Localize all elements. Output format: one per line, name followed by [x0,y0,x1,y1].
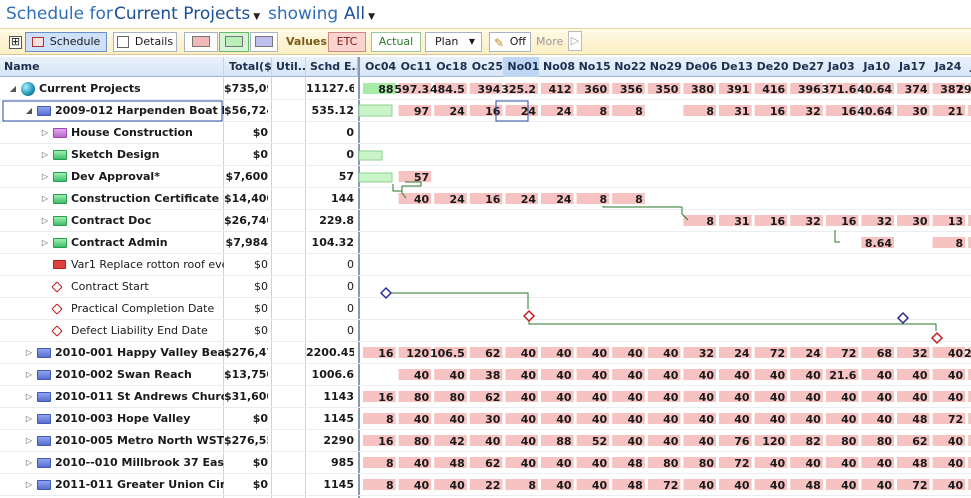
title-bar: Schedule for Current Projects ▼ showing A… [0,0,971,28]
week-header[interactable]: No29 [646,57,682,77]
week-header[interactable]: De13 [717,57,753,77]
week-header[interactable]: Ja03 [824,57,860,77]
week-header[interactable]: Ja31 [966,57,971,77]
week-header[interactable]: De06 [681,57,717,77]
week-header[interactable]: No15 [575,57,611,77]
week-header[interactable]: Oc25 [468,57,504,77]
selected-row[interactable] [2,100,223,122]
timeline-overlay [2,100,944,345]
selected-cell[interactable] [495,100,529,122]
pencil-icon: ✎ [494,36,505,50]
dependency-link [386,292,529,309]
details-view-button[interactable]: Details [113,32,177,52]
title-prefix: Schedule for [6,4,113,24]
values-label: Values [286,35,327,48]
week-header[interactable]: No01 [503,57,539,77]
etc-button[interactable]: ETC [328,32,366,52]
chevron-down-icon: ▼ [368,12,375,22]
week-header[interactable]: No22 [610,57,646,77]
blue-swatch-icon [255,36,273,47]
milestone-diamond-icon[interactable] [896,311,910,325]
green-swatch-icon [225,36,243,47]
week-header[interactable]: Ja17 [895,57,931,77]
schedule-icon [31,37,44,47]
column-schedule-effort[interactable]: Schd E... [306,57,358,77]
title-showing-prefix: showing [268,4,339,24]
schedule-view-button[interactable]: Schedule [25,32,107,52]
week-header[interactable]: Ja24 [931,57,967,77]
dependency-link [392,184,403,192]
week-header[interactable]: De27 [788,57,824,77]
plan-dropdown[interactable]: Plan ▼ [425,32,482,52]
actual-bar[interactable] [358,104,393,117]
dependency-link [528,318,937,331]
filter-selector[interactable]: All ▼ [344,4,375,24]
column-name[interactable]: Name [0,57,224,77]
week-header[interactable]: No08 [539,57,575,77]
expand-all-button[interactable]: ⊞ [9,36,22,49]
actual-bar[interactable] [358,172,393,183]
week-header[interactable]: Oc18 [432,57,468,77]
milestone-diamond-icon[interactable] [930,331,944,345]
actual-button[interactable]: Actual [371,32,421,52]
dependency-link [602,206,689,221]
off-button[interactable]: ✎ Off [489,32,531,52]
chevron-down-icon: ▼ [253,12,261,22]
red-swatch-icon [192,36,210,47]
chevron-down-icon: ▼ [468,37,475,46]
chevron-right-icon: ▷ [568,31,582,51]
milestone-diamond-icon[interactable] [379,286,393,300]
project-selector[interactable]: Current Projects ▼ [114,4,260,24]
week-header[interactable]: Ja10 [859,57,895,77]
column-util[interactable]: Util... [272,57,306,77]
grid-header: Name Total($) Util... Schd E... Oc04Oc11… [0,57,971,77]
toolbar: ⊞ Schedule Details Values ETC Actual Pla… [0,28,971,55]
more-button[interactable]: More [536,35,563,48]
milestone-diamond-icon[interactable] [522,309,536,323]
dependency-link [834,230,840,243]
details-icon [116,36,129,48]
dependency-link [401,181,422,199]
week-header[interactable]: Oc11 [397,57,433,77]
actual-bar[interactable] [358,150,383,161]
schedule-grid: ◢Current Projects$735,09711127.6788597.3… [0,78,971,498]
week-header[interactable]: Oc04 [361,57,397,77]
column-total[interactable]: Total($) [224,57,272,77]
week-header[interactable]: De20 [753,57,789,77]
